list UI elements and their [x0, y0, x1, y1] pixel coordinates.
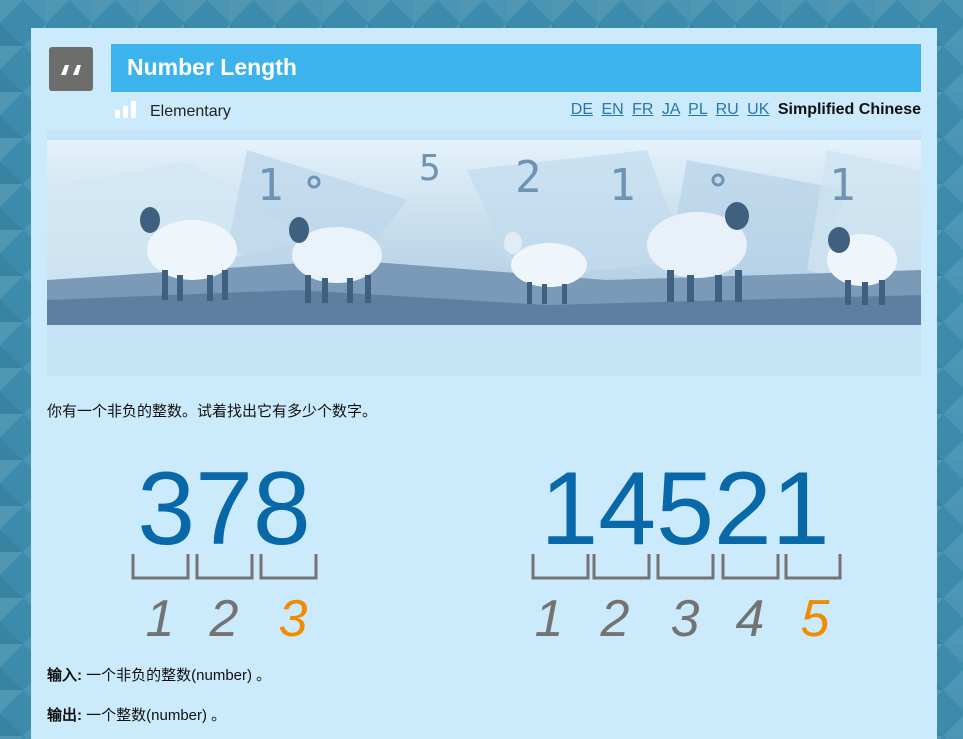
- banner-digit: 1: [257, 160, 284, 211]
- digit-count: 5: [801, 590, 831, 648]
- banner-digit: 2: [515, 152, 542, 203]
- lang-link-pl[interactable]: PL: [688, 101, 707, 118]
- lang-link-fr[interactable]: FR: [632, 101, 653, 118]
- banner-illustration: 1 5 2 1 1: [47, 130, 921, 376]
- lang-link-de[interactable]: DE: [571, 101, 593, 118]
- digit-index: 2: [600, 590, 630, 648]
- digit-index: 2: [209, 590, 239, 648]
- digit-count: 3: [279, 590, 308, 648]
- title-bar: Number Length: [111, 44, 921, 92]
- digit-index: 1: [535, 590, 564, 648]
- example-number: 378: [137, 451, 311, 567]
- difficulty-label: Elementary: [150, 103, 231, 120]
- output-text: 一个整数(number) 。: [82, 707, 227, 724]
- banner-digit: 5: [419, 148, 441, 189]
- input-spec: 输入: 一个非负的整数(number) 。: [47, 664, 271, 685]
- digit-index: 3: [671, 590, 700, 648]
- lang-link-en[interactable]: EN: [601, 101, 623, 118]
- example-14521: 14521 1 2 3 4 5: [531, 451, 842, 648]
- input-text: 一个非负的整数(number) 。: [82, 667, 272, 684]
- lang-link-uk[interactable]: UK: [747, 101, 769, 118]
- page-title: Number Length: [127, 54, 297, 80]
- input-label: 输入:: [47, 667, 82, 684]
- example-illustration: 378 1 2 3 14521 1 2 3 4 5: [131, 451, 842, 648]
- output-label: 输出:: [47, 707, 82, 724]
- digit-index: 1: [146, 590, 175, 648]
- difficulty-bars-icon: [115, 101, 136, 118]
- digit-index: 4: [736, 590, 765, 648]
- output-spec: 输出: 一个整数(number) 。: [47, 704, 226, 725]
- banner-digit: 1: [609, 160, 636, 211]
- language-switcher: DE EN FR JA PL RU UK Simplified Chinese: [567, 101, 921, 119]
- example-number: 14521: [540, 451, 829, 567]
- banner-digit: 1: [829, 160, 856, 211]
- task-description: 你有一个非负的整数。试着找出它有多少个数字。: [47, 403, 378, 420]
- current-language: Simplified Chinese: [777, 101, 921, 118]
- example-378: 378 1 2 3: [131, 451, 318, 648]
- lang-link-ru[interactable]: RU: [716, 101, 739, 118]
- task-panel: Number Length Elementary DE EN FR JA PL …: [31, 28, 937, 739]
- quote-icon: [49, 47, 93, 91]
- lang-link-ja[interactable]: JA: [662, 101, 680, 118]
